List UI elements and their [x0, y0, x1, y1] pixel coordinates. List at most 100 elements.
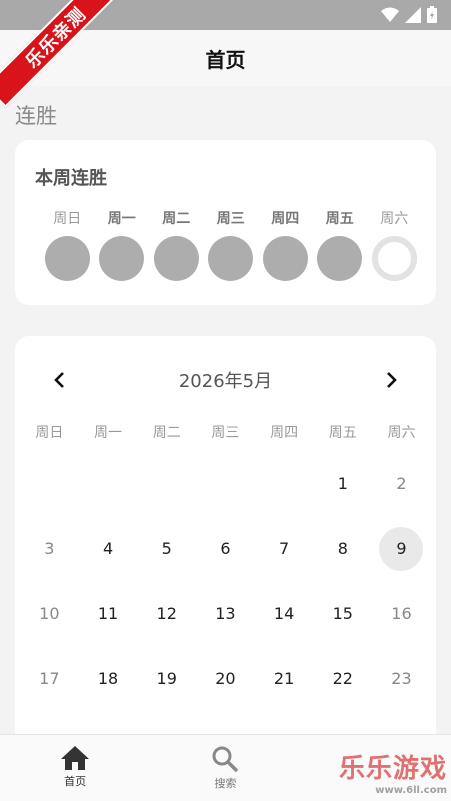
calendar-empty-cell: [137, 451, 196, 516]
weekly-streak-day-label: 周三: [216, 211, 245, 227]
calendar-empty-cell: [196, 451, 255, 516]
calendar-day: 16: [391, 604, 412, 623]
calendar-weekday-label: 周三: [211, 425, 240, 441]
calendar-weekday-label: 周二: [152, 425, 181, 441]
calendar-day: 11: [97, 604, 119, 623]
weekly-streak-day: 周六: [367, 208, 422, 281]
search-icon: [211, 745, 239, 773]
calendar-day: 12: [156, 604, 177, 623]
calendar-weekday-label: 周四: [270, 425, 299, 441]
calendar-day-cell[interactable]: 13: [196, 581, 255, 646]
watermark: 乐乐游戏 www.6ll.com: [339, 748, 447, 796]
streak-done-indicator: [99, 236, 145, 281]
weekly-streak-day: 周五: [313, 208, 368, 281]
calendar-day: 7: [279, 539, 290, 558]
weekly-streak-day-label: 周二: [162, 211, 191, 227]
calendar-weekday-label: 周六: [387, 425, 416, 441]
weekly-streak-day: 周二: [149, 208, 204, 281]
calendar-day-cell[interactable]: 19: [137, 646, 196, 711]
calendar-day: 1: [337, 474, 348, 493]
streak-empty-indicator: [371, 236, 417, 281]
chevron-right-icon: [387, 372, 397, 388]
weekly-streak-card: 本周连胜 周日 周一 周二 周三 周四 周五 周六: [15, 140, 436, 305]
calendar-day-cell[interactable]: 3: [20, 516, 79, 581]
calendar-day-cell[interactable]: 5: [137, 516, 196, 581]
calendar-day-cell[interactable]: 8: [313, 516, 372, 581]
calendar-header: 2026年5月: [15, 364, 436, 396]
nav-item-label: 首页: [64, 775, 87, 788]
calendar-day-cell[interactable]: 12: [137, 581, 196, 646]
weekly-streak-day-label: 周六: [380, 211, 409, 227]
calendar-day: 4: [102, 539, 114, 558]
calendar-day-cell[interactable]: 21: [255, 646, 314, 711]
page-title: 首页: [205, 47, 246, 72]
calendar-grid: 1234567891011121314151617181920212223242…: [20, 451, 431, 776]
calendar-day: 22: [332, 669, 353, 688]
calendar-day-cell[interactable]: 23: [372, 646, 431, 711]
watermark-url: www.6ll.com: [375, 785, 447, 796]
calendar-day-cell[interactable]: 15: [313, 581, 372, 646]
calendar-day: 8: [337, 539, 348, 558]
calendar-day: 13: [215, 604, 236, 623]
calendar-day: 14: [273, 604, 295, 623]
calendar-day-cell[interactable]: 6: [196, 516, 255, 581]
calendar-day-cell[interactable]: 9: [372, 516, 431, 581]
weekly-streak-day: 周一: [95, 208, 150, 281]
weekly-streak-title: 本周连胜: [35, 168, 107, 189]
calendar-day: 23: [391, 669, 412, 688]
calendar-day: 2: [396, 474, 407, 493]
wifi-icon: [381, 7, 399, 23]
calendar-day: 21: [273, 669, 295, 688]
calendar-day: 17: [39, 669, 60, 688]
calendar-day-cell[interactable]: 2: [372, 451, 431, 516]
nav-item-search[interactable]: 搜索: [150, 735, 300, 801]
calendar-empty-cell: [79, 451, 138, 516]
weekly-streak-day-label: 周五: [325, 211, 354, 227]
battery-icon: [427, 6, 437, 23]
calendar-day: 19: [156, 669, 177, 688]
calendar-day: 6: [220, 539, 231, 558]
streak-done-indicator: [317, 236, 363, 281]
calendar-day: 3: [44, 539, 55, 558]
calendar-day-today: 9: [379, 526, 424, 571]
weekly-streak-day-label: 周四: [271, 211, 300, 227]
calendar-day-cell[interactable]: 16: [372, 581, 431, 646]
calendar-day: 20: [215, 669, 236, 688]
calendar-day-cell[interactable]: 4: [79, 516, 138, 581]
weekly-streak-row: 周日 周一 周二 周三 周四 周五 周六: [40, 208, 422, 281]
calendar-weekday-label: 周五: [328, 425, 357, 441]
watermark-title: 乐乐游戏: [338, 754, 447, 784]
calendar-day: 15: [332, 604, 353, 623]
calendar-empty-cell: [255, 451, 314, 516]
calendar-day-cell[interactable]: 14: [255, 581, 314, 646]
weekly-streak-day: 周三: [204, 208, 259, 281]
calendar-card: 2026年5月 周日 周一 周二 周三 周四 周五 周六 1 2 3 4 5 6 7 8 9 10 11 12 13…: [15, 336, 436, 756]
next-month-button[interactable]: [379, 368, 403, 392]
nav-item-label: 搜索: [214, 777, 237, 790]
calendar-weekday-label: 周一: [94, 425, 123, 441]
section-title: 连胜: [15, 104, 57, 128]
calendar-day-cell[interactable]: 20: [196, 646, 255, 711]
calendar-day-cell[interactable]: 7: [255, 516, 314, 581]
calendar-weekday-row: 周日 周一 周二 周三 周四 周五 周六: [20, 422, 431, 442]
streak-done-indicator: [153, 236, 199, 281]
streak-done-indicator: [262, 236, 308, 281]
calendar-day-cell[interactable]: 18: [79, 646, 138, 711]
calendar-day: 10: [39, 604, 60, 623]
cell-signal-icon: [405, 6, 421, 23]
calendar-day-cell[interactable]: 17: [20, 646, 79, 711]
nav-item-home[interactable]: 首页: [0, 735, 150, 801]
streak-done-indicator: [44, 236, 90, 281]
weekly-streak-day: 周日: [40, 208, 95, 281]
calendar-day-cell[interactable]: 22: [313, 646, 372, 711]
calendar-month-label: 2026年5月: [178, 371, 273, 392]
calendar-day-cell[interactable]: 1: [313, 451, 372, 516]
weekly-streak-day-label: 周日: [53, 211, 82, 227]
weekly-streak-day: 周四: [258, 208, 313, 281]
calendar-day-cell[interactable]: 11: [79, 581, 138, 646]
calendar-day-cell[interactable]: 10: [20, 581, 79, 646]
home-icon: [60, 745, 90, 771]
calendar-day: 18: [97, 669, 119, 688]
streak-done-indicator: [208, 236, 254, 281]
weekly-streak-day-label: 周一: [107, 211, 136, 227]
